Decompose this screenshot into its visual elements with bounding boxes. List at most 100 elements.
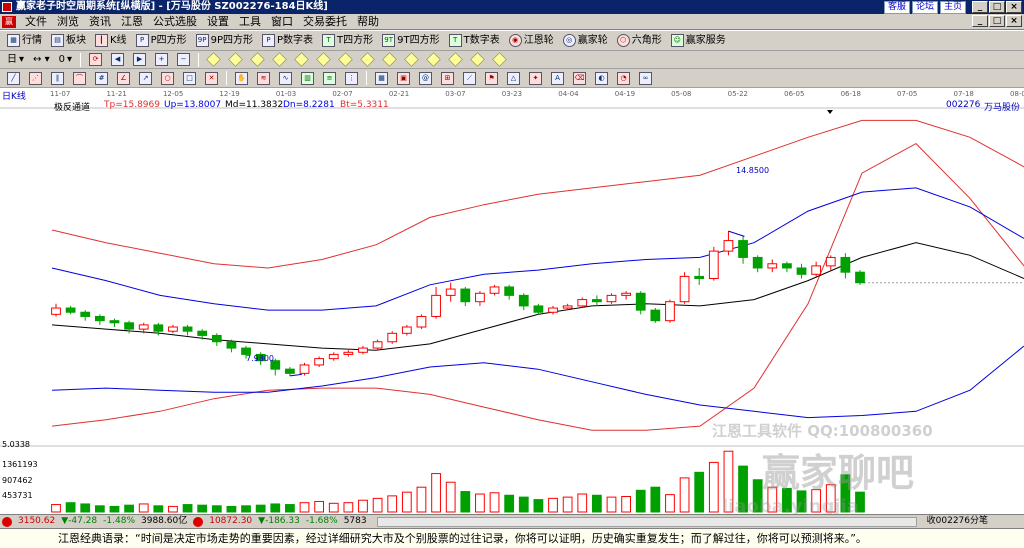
line-tool-23[interactable]: △ bbox=[504, 70, 523, 86]
line-tool-6[interactable]: ∠ bbox=[114, 70, 133, 86]
toolbar-quotes-button[interactable]: ▦ 行情 bbox=[4, 33, 45, 49]
period-select[interactable]: 日 ▾ bbox=[4, 52, 27, 68]
arrow-select[interactable]: ↔ ▾ bbox=[30, 52, 53, 68]
draw-tool-7[interactable] bbox=[336, 52, 355, 68]
menu-help[interactable]: 帮助 bbox=[352, 15, 384, 29]
draw-tool-5[interactable] bbox=[292, 52, 311, 68]
indicator-dn: Dn=8.2281 bbox=[283, 100, 335, 110]
line-tool-18[interactable]: ▣ bbox=[394, 70, 413, 86]
menu-settings[interactable]: 设置 bbox=[202, 15, 234, 29]
volume-tick-1: 1361193 bbox=[2, 460, 38, 469]
prev-button[interactable]: ◀ bbox=[108, 52, 127, 68]
line-tool-7[interactable]: ↗ bbox=[136, 70, 155, 86]
toolbar-p-square-button[interactable]: P P四方形 bbox=[133, 33, 190, 49]
toolbar-t-square-button[interactable]: T T四方形 bbox=[319, 33, 376, 49]
sh-index-icon bbox=[2, 516, 12, 527]
line-tool-15[interactable]: ≡ bbox=[320, 70, 339, 86]
diamond-icon bbox=[228, 52, 243, 67]
line-tool-24[interactable]: ✦ bbox=[526, 70, 545, 86]
sz-index-icon bbox=[193, 516, 204, 527]
child-minimize-button[interactable]: _ bbox=[972, 15, 988, 27]
line-tool-14[interactable]: ▥ bbox=[298, 70, 317, 86]
zoom-in-icon: + bbox=[155, 53, 169, 66]
menu-window[interactable]: 窗口 bbox=[266, 15, 298, 29]
line-tool-22[interactable]: ⚑ bbox=[482, 70, 501, 86]
line-tool-21[interactable]: ⟋ bbox=[460, 70, 479, 86]
toolbar-hexagon-button[interactable]: ⬡ 六角形 bbox=[614, 33, 665, 49]
line-tool-25[interactable]: A bbox=[548, 70, 567, 86]
diamond-icon bbox=[448, 52, 463, 67]
draw-tool-13[interactable] bbox=[468, 52, 487, 68]
menu-tools[interactable]: 工具 bbox=[234, 15, 266, 29]
line-tool-8[interactable]: ○ bbox=[158, 70, 177, 86]
child-restore-button[interactable]: □ bbox=[989, 15, 1005, 27]
candle-body bbox=[138, 324, 149, 330]
toolbar-t-table-button[interactable]: T T数字表 bbox=[446, 33, 503, 49]
kline-chart-panel[interactable]: 日K线 极反通道 Tp=15.8969 Up=13.8007 Md=11.383… bbox=[0, 88, 1024, 517]
line-tool-26[interactable]: ⌫ bbox=[570, 70, 589, 86]
draw-tool-14[interactable] bbox=[490, 52, 509, 68]
line-tool-17[interactable]: ▦ bbox=[372, 70, 391, 86]
zoom-select[interactable]: 0 ▾ bbox=[56, 52, 75, 68]
line-tool-1[interactable]: ╱ bbox=[4, 70, 23, 86]
draw-tool-12[interactable] bbox=[446, 52, 465, 68]
toolbar-kline-button[interactable]: ┃ K线 bbox=[92, 33, 130, 49]
toolbar-gann-wheel-button[interactable]: ◉ 江恩轮 bbox=[506, 33, 557, 49]
draw-tool-11[interactable] bbox=[424, 52, 443, 68]
line-tool-16[interactable]: ⋮ bbox=[342, 70, 361, 86]
draw-tool-3[interactable] bbox=[248, 52, 267, 68]
maximize-button[interactable]: □ bbox=[989, 1, 1005, 13]
line-tool-29[interactable]: ∞ bbox=[636, 70, 655, 86]
line-tool-19[interactable]: @ bbox=[416, 70, 435, 86]
draw-tool-4[interactable] bbox=[270, 52, 289, 68]
line-tool-9[interactable]: □ bbox=[180, 70, 199, 86]
line-tool-11[interactable]: ✋ bbox=[232, 70, 251, 86]
child-close-button[interactable]: × bbox=[1006, 15, 1022, 27]
link-support[interactable]: 客服 bbox=[883, 1, 910, 14]
status-scrollbar[interactable] bbox=[376, 516, 917, 527]
zoom-out-button[interactable]: − bbox=[174, 52, 193, 68]
menu-trade[interactable]: 交易委托 bbox=[298, 15, 352, 29]
line-tool-28[interactable]: ◔ bbox=[614, 70, 633, 86]
menu-gann[interactable]: 江恩 bbox=[116, 15, 148, 29]
menu-browse[interactable]: 浏览 bbox=[52, 15, 84, 29]
current-bar-marker bbox=[827, 110, 833, 114]
line-tool-10[interactable]: ✕ bbox=[202, 70, 221, 86]
link-forum[interactable]: 论坛 bbox=[911, 1, 938, 14]
volume-bar bbox=[285, 504, 295, 513]
line-tool-27[interactable]: ◐ bbox=[592, 70, 611, 86]
toolbar-p-table-button[interactable]: P P数字表 bbox=[259, 33, 316, 49]
close-button[interactable]: × bbox=[1006, 1, 1022, 13]
tick-data-link[interactable]: 收002276分笔 bbox=[927, 515, 1024, 528]
toolbar-9t-square-button[interactable]: 9T 9T四方形 bbox=[379, 33, 442, 49]
line-tool-2[interactable]: ⋰ bbox=[26, 70, 45, 86]
next-button[interactable]: ▶ bbox=[130, 52, 149, 68]
menu-news[interactable]: 资讯 bbox=[84, 15, 116, 29]
line-tool-13[interactable]: ∿ bbox=[276, 70, 295, 86]
line-tool-20[interactable]: ⊞ bbox=[438, 70, 457, 86]
minimize-button[interactable]: _ bbox=[972, 1, 988, 13]
diamond-icon bbox=[316, 52, 331, 67]
line-tool-4[interactable]: ⌒ bbox=[70, 70, 89, 86]
toolbar-9p-square-button[interactable]: 9P 9P四方形 bbox=[193, 33, 256, 49]
toolbar-sectors-button[interactable]: ▤ 板块 bbox=[48, 33, 89, 49]
toolbar-winner-wheel-button[interactable]: ◎ 赢家轮 bbox=[560, 33, 611, 49]
toolbar-service-button[interactable]: ☺ 赢家服务 bbox=[668, 33, 729, 49]
draw-tool-9[interactable] bbox=[380, 52, 399, 68]
date-tick: 02-21 bbox=[388, 90, 410, 98]
draw-tool-8[interactable] bbox=[358, 52, 377, 68]
menu-formula[interactable]: 公式选股 bbox=[148, 15, 202, 29]
line-tool-12[interactable]: ≋ bbox=[254, 70, 273, 86]
draw-tool-1[interactable] bbox=[204, 52, 223, 68]
line-tool-3[interactable]: ∥ bbox=[48, 70, 67, 86]
draw-tool-10[interactable] bbox=[402, 52, 421, 68]
refresh-button[interactable]: ⟳ bbox=[86, 52, 105, 68]
line-tool-5[interactable]: # bbox=[92, 70, 111, 86]
link-home[interactable]: 主页 bbox=[939, 1, 966, 14]
zoom-in-button[interactable]: + bbox=[152, 52, 171, 68]
candle-body bbox=[665, 301, 675, 322]
draw-tool-2[interactable] bbox=[226, 52, 245, 68]
menu-file[interactable]: 文件 bbox=[20, 15, 52, 29]
candle-body bbox=[343, 351, 354, 355]
draw-tool-6[interactable] bbox=[314, 52, 333, 68]
